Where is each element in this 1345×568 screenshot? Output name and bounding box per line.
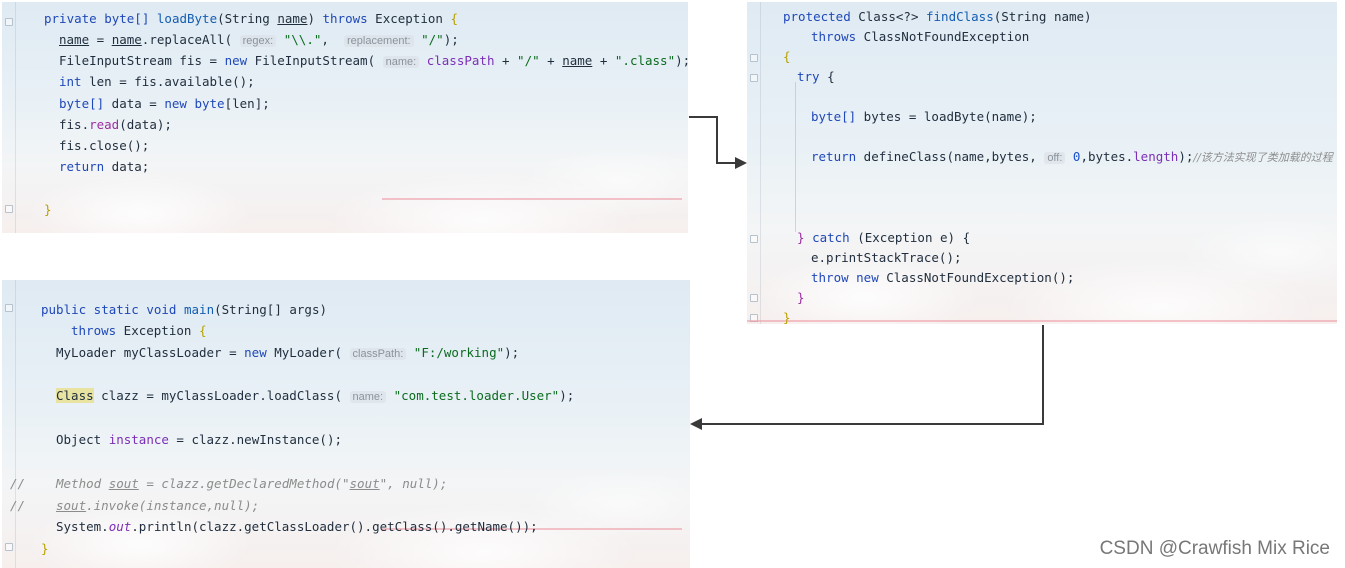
fold-marker-icon[interactable]	[750, 54, 758, 62]
fold-marker-icon[interactable]	[750, 294, 758, 302]
code-line: try {	[797, 69, 835, 84]
code-line: Object instance = clazz.newInstance();	[56, 432, 342, 447]
code-line: byte[] data = new byte[len];	[59, 96, 270, 111]
connector-arrow	[700, 423, 1044, 425]
editor-gutter	[747, 2, 761, 324]
code-line: Class clazz = myClassLoader.loadClass( n…	[56, 388, 575, 403]
code-line: name = name.replaceAll( regex: "\\.", re…	[59, 32, 459, 47]
code-panel-find-class: protected Class<?> findClass(String name…	[747, 2, 1337, 324]
code-line: int len = fis.available();	[59, 74, 255, 89]
code-line: FileInputStream fis = new FileInputStrea…	[59, 53, 688, 68]
code-line: protected Class<?> findClass(String name…	[783, 9, 1092, 24]
code-line: return data;	[59, 159, 150, 174]
comment-marker: //	[10, 476, 26, 491]
code-panel-main: public static void main(String[] args) t…	[2, 280, 690, 568]
background-streak	[747, 320, 1337, 322]
code-panel-load-byte: private byte[] loadByte(String name) thr…	[2, 2, 688, 233]
watermark: CSDN @Crawfish Mix Rice	[1099, 538, 1330, 559]
fold-marker-icon[interactable]	[750, 74, 758, 82]
code-line: public static void main(String[] args)	[41, 302, 327, 317]
code-line: return defineClass(name,bytes, off: 0,by…	[811, 149, 1333, 164]
comment-marker: //	[10, 498, 26, 513]
code-line: fis.close();	[59, 138, 150, 153]
editor-gutter	[2, 280, 16, 568]
code-line: throws ClassNotFoundException	[811, 29, 1030, 44]
fold-marker-icon[interactable]	[5, 543, 13, 551]
param-hint: name:	[349, 391, 387, 403]
code-line: System.out.println(clazz.getClassLoader(…	[56, 519, 538, 534]
arrow-head-icon	[690, 418, 702, 430]
param-hint: off:	[1044, 152, 1066, 164]
indent-guide	[795, 82, 796, 232]
code-line: sout.invoke(instance,null);	[56, 498, 260, 513]
background-streak	[382, 198, 682, 200]
code-line: {	[783, 49, 791, 64]
code-line: }	[41, 541, 49, 556]
code-line: byte[] bytes = loadByte(name);	[811, 109, 1037, 124]
code-line: throws Exception {	[71, 323, 207, 338]
arrow-head-icon	[735, 157, 747, 169]
fold-marker-icon[interactable]	[750, 235, 758, 243]
code-line: }	[783, 310, 791, 324]
param-hint: classPath:	[349, 348, 407, 360]
code-line: }	[797, 290, 805, 305]
fold-marker-icon[interactable]	[5, 205, 13, 213]
editor-gutter	[2, 2, 16, 233]
param-hint: replacement:	[343, 35, 414, 47]
fold-marker-icon[interactable]	[5, 304, 13, 312]
connector-arrow	[716, 116, 718, 164]
code-line: }	[44, 202, 52, 217]
connector-arrow	[1042, 325, 1044, 424]
code-line: Method sout = clazz.getDeclaredMethod("s…	[56, 476, 448, 491]
connector-arrow	[689, 116, 717, 118]
code-line: throw new ClassNotFoundException();	[811, 270, 1075, 285]
code-line: } catch (Exception e) {	[797, 230, 971, 245]
code-line: MyLoader myClassLoader = new MyLoader( c…	[56, 345, 520, 360]
code-line: private byte[] loadByte(String name) thr…	[44, 11, 458, 26]
fold-marker-icon[interactable]	[5, 18, 13, 26]
param-hint: name:	[382, 56, 420, 68]
code-line: fis.read(data);	[59, 117, 172, 132]
code-line: e.printStackTrace();	[811, 250, 962, 265]
param-hint: regex:	[239, 35, 277, 47]
